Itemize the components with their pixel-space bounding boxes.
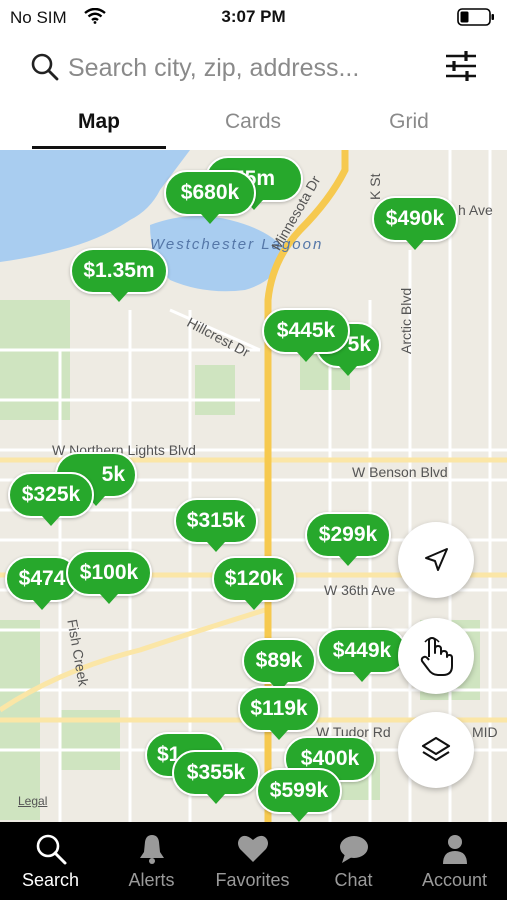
search-input[interactable]: [68, 50, 428, 86]
price-pin[interactable]: $299k: [305, 512, 391, 566]
price-pin[interactable]: $680k: [164, 170, 256, 224]
nav-favorites[interactable]: Favorites: [202, 822, 303, 900]
nav-alerts[interactable]: Alerts: [101, 822, 202, 900]
lagoon-label: Westchester Lagoon: [150, 236, 324, 253]
bell-icon: [140, 835, 164, 864]
draw-search-button[interactable]: [398, 618, 474, 694]
benson-blvd-label: W Benson Blvd: [352, 464, 448, 480]
nav-account[interactable]: Account: [404, 822, 505, 900]
price-pin[interactable]: $1.35m: [70, 248, 168, 302]
map-layers-button[interactable]: [398, 712, 474, 788]
k-st-label: K St: [367, 173, 383, 200]
tab-cards[interactable]: Cards: [186, 110, 320, 134]
active-tab-indicator: [32, 146, 166, 149]
price-pin[interactable]: $445k: [262, 308, 350, 362]
nav-search[interactable]: Search: [0, 822, 101, 900]
heart-icon: [238, 835, 268, 862]
hand-pointer-icon: [420, 637, 453, 676]
bottom-tab-bar: Search Alerts Favorites Chat Account: [0, 822, 507, 900]
price-pin[interactable]: $120k: [212, 556, 296, 610]
location-arrow-icon: [425, 548, 448, 571]
price-pin[interactable]: $599k: [256, 768, 342, 822]
search-bar: [0, 44, 507, 92]
price-pin[interactable]: $449k: [317, 628, 407, 682]
tab-map[interactable]: Map: [32, 110, 166, 134]
status-bar: No SIM 3:07 PM: [0, 0, 507, 34]
price-pin[interactable]: $325k: [8, 472, 94, 526]
legal-link[interactable]: Legal: [18, 794, 47, 808]
price-pin[interactable]: $355k: [172, 750, 260, 804]
price-pin[interactable]: $490k: [372, 196, 458, 250]
chat-icon: [340, 836, 368, 863]
ave-label: h Ave: [458, 202, 493, 218]
price-pin[interactable]: $315k: [174, 498, 258, 552]
nav-label: Alerts: [128, 870, 175, 890]
price-pin[interactable]: $100k: [66, 550, 152, 604]
nav-chat[interactable]: Chat: [303, 822, 404, 900]
view-tabs: Map Cards Grid: [0, 104, 507, 150]
arctic-blvd-label: Arctic Blvd: [398, 287, 414, 354]
price-pin[interactable]: $119k: [238, 686, 320, 740]
nav-label: Search: [21, 870, 80, 890]
tab-grid[interactable]: Grid: [342, 110, 476, 134]
filter-sliders-icon[interactable]: [443, 48, 479, 84]
layers-icon: [421, 736, 451, 762]
nav-label: Chat: [334, 870, 373, 890]
my-location-button[interactable]: [398, 522, 474, 598]
clock: 3:07 PM: [221, 7, 286, 26]
battery-icon: [457, 8, 494, 26]
search-icon: [31, 53, 59, 81]
map-view[interactable]: Westchester Lagoon Minnesota Dr Hillcres…: [0, 150, 507, 822]
person-icon: [443, 835, 467, 864]
nav-label: Account: [421, 870, 488, 890]
price-pin[interactable]: $89k: [242, 638, 316, 692]
search-icon: [36, 834, 67, 865]
nav-label: Favorites: [215, 870, 290, 890]
w-36th-ave-label: W 36th Ave: [324, 582, 396, 598]
mid-label: MID: [472, 724, 498, 740]
